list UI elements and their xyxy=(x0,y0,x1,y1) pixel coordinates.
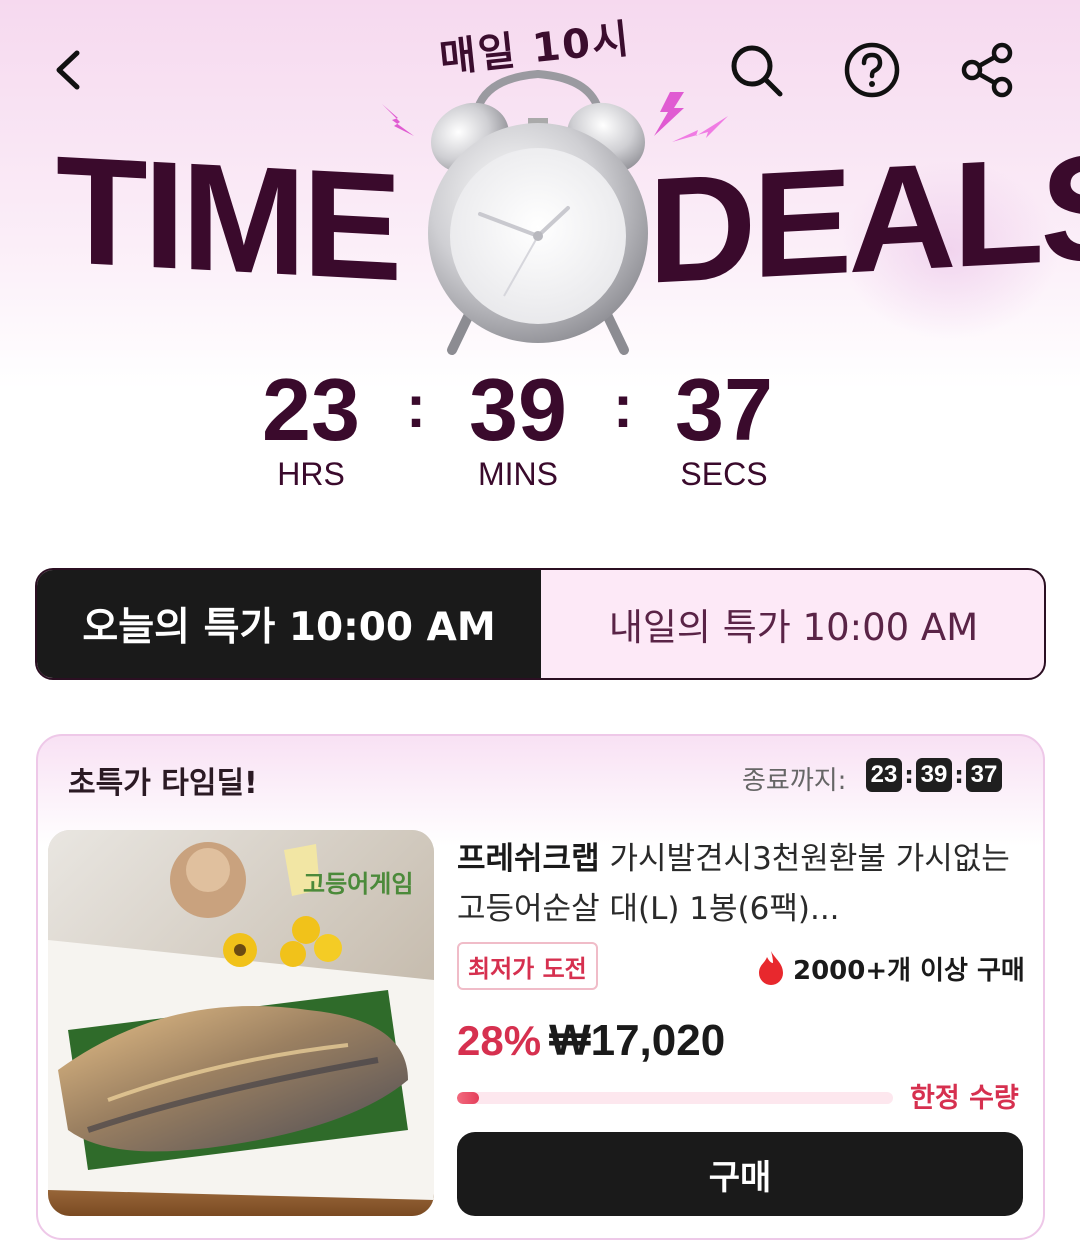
share-button[interactable] xyxy=(955,38,1019,102)
image-text: 고등어게임 xyxy=(303,870,413,898)
deal-timer: 23 : 39 : 37 xyxy=(866,758,1002,792)
search-icon xyxy=(731,45,783,97)
deal-card: 초특가 타임딜! 종료까지: 23 : 39 : 37 고등어게임 프레쉬크랩 … xyxy=(36,734,1045,1240)
countdown-seconds: 37 xyxy=(675,360,773,459)
lowest-price-badge: 최저가 도전 xyxy=(457,942,598,990)
tab-today[interactable]: 오늘의 특가 10:00 AM xyxy=(37,570,541,678)
chevron-left-icon xyxy=(56,50,80,90)
ends-in-label: 종료까지: xyxy=(742,766,847,796)
countdown-minutes: 39 xyxy=(469,360,567,459)
help-button[interactable] xyxy=(840,38,904,102)
back-button[interactable] xyxy=(36,38,100,102)
fire-icon xyxy=(759,951,783,985)
sold-count-text: 2000+개 이상 구매 xyxy=(793,955,1025,986)
product-image[interactable]: 고등어게임 xyxy=(48,830,434,1216)
deal-timer-separator: : xyxy=(904,761,914,789)
tab-tomorrow[interactable]: 내일의 특가 10:00 AM xyxy=(541,570,1044,678)
countdown-separator: : xyxy=(613,373,633,440)
product-name[interactable]: 프레쉬크랩 가시발견시3천원환불 가시없는 고등어순살 대(L) 1봉(6팩).… xyxy=(457,834,1017,934)
search-button[interactable] xyxy=(724,38,788,102)
countdown-separator: : xyxy=(406,373,426,440)
stock-progress-fill xyxy=(457,1092,479,1104)
countdown-minutes-label: MINS xyxy=(478,456,558,492)
buy-button[interactable]: 구매 xyxy=(457,1132,1023,1216)
deal-timer-seconds: 37 xyxy=(966,758,1002,792)
spark-icon xyxy=(672,116,728,142)
stock-progress-bar xyxy=(457,1092,893,1104)
deal-timer-hours: 23 xyxy=(866,758,902,792)
question-circle-icon xyxy=(844,42,900,98)
share-icon xyxy=(961,42,1013,98)
sold-count: 2000+개 이상 구매 xyxy=(755,948,1025,988)
discount-rate: 28% xyxy=(457,1017,542,1064)
countdown-hours-label: HRS xyxy=(277,456,345,492)
limited-quantity-label: 한정 수량 xyxy=(910,1083,1019,1114)
section-title: 초특가 타임딜! xyxy=(68,766,258,801)
deal-day-tabs: 오늘의 특가 10:00 AM 내일의 특가 10:00 AM xyxy=(35,568,1046,680)
countdown-seconds-label: SECS xyxy=(680,456,768,492)
price-row: 28% ₩17,020 xyxy=(457,1016,725,1066)
product-brand: 프레쉬크랩 xyxy=(457,841,600,877)
title-deals: DEALS xyxy=(648,121,1080,315)
deal-timer-minutes: 39 xyxy=(916,758,952,792)
deal-timer-separator: : xyxy=(954,761,964,789)
title-time: TIME xyxy=(56,123,399,313)
spark-icon xyxy=(382,104,414,136)
sale-price: ₩17,020 xyxy=(549,1016,726,1065)
alarm-clock-icon xyxy=(428,70,648,355)
countdown-hours: 23 xyxy=(262,360,360,459)
mackerel-dish-image: 고등어게임 xyxy=(48,830,434,1216)
